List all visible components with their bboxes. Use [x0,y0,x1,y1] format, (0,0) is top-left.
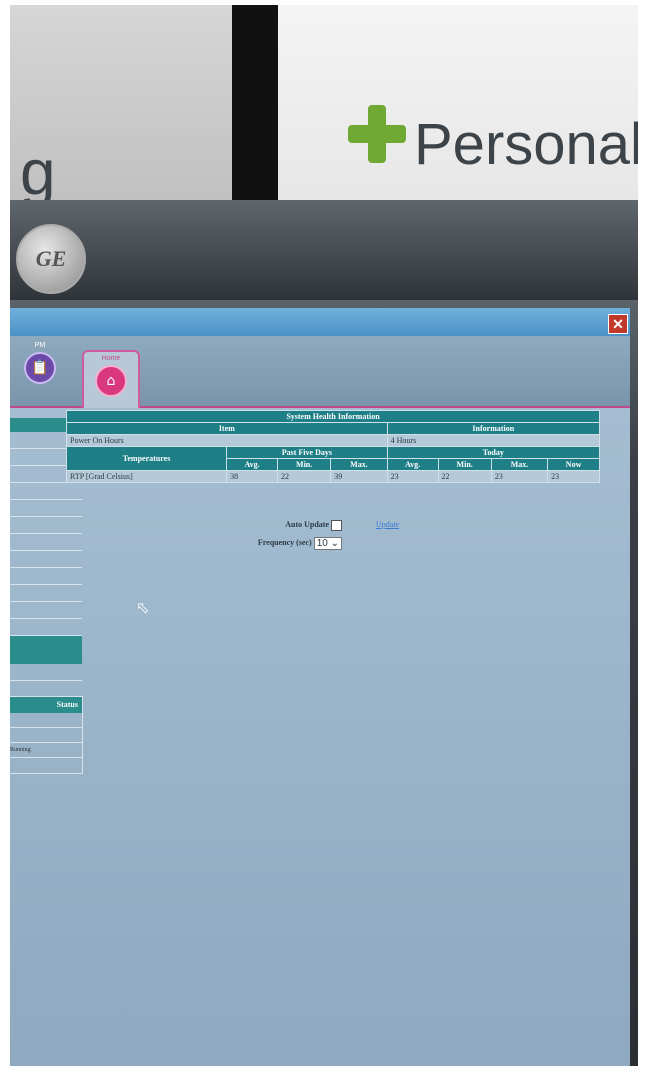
status-header: Status [10,697,82,713]
left-panel-row[interactable] [10,500,82,517]
temperatures-header: Temperatures [65,446,228,471]
today-max-value: 23 [490,470,549,483]
today-now-header: Now [547,458,600,471]
clipboard-icon: 📋 [24,352,56,384]
today-header: Today [386,446,601,459]
today-avg-header: Avg. [386,458,439,471]
auto-update-checkbox[interactable] [331,519,342,531]
left-panel-row[interactable] [10,483,82,500]
left-panel-row[interactable] [10,534,82,551]
tab-pm-label: PM [34,342,46,349]
sign-left: g [10,5,232,210]
tab-pm[interactable]: PM 📋 [10,342,70,402]
tab-home[interactable]: Home ⌂ [82,350,140,408]
auto-update-label: Auto Update [285,520,329,529]
rtp-label: RTP [Grad Celsius] [65,470,228,483]
sign-left-text: g [20,136,56,208]
left-panel-row[interactable] [10,619,82,636]
past-min-header: Min. [276,458,332,471]
frequency-label: Frequency (sec) [257,538,312,547]
left-panel-subheader [10,650,82,664]
sign-right-text: Personal [414,112,638,177]
home-icon: ⌂ [95,365,127,397]
ge-logo: GE [16,224,86,294]
left-panel-row[interactable] [10,664,82,681]
frequency-select[interactable]: 10 ⌄ [313,536,342,550]
past-max-value: 39 [330,470,388,483]
left-panel-row[interactable] [10,568,82,585]
monitor-bezel: GE [10,200,638,300]
sign-pole [232,5,278,210]
window-titlebar: ✕ [10,308,630,336]
past-avg-value: 38 [226,470,278,483]
chevron-down-icon: ⌄ [330,537,339,549]
past-avg-header: Avg. [226,458,278,471]
update-controls: Auto Update Frequency (sec) 10 ⌄ [222,518,342,554]
power-on-label: Power On Hours [66,434,388,447]
left-panel-row[interactable] [10,602,82,619]
information-header: Information [386,422,601,435]
status-panel: Status Running [10,696,83,774]
today-min-value: 22 [437,470,492,483]
update-link[interactable]: Update [376,520,399,529]
left-panel-row[interactable] [10,585,82,602]
left-panel-row[interactable] [10,551,82,568]
tab-bar: PM 📋 Home ⌂ [10,336,630,408]
frequency-value: 10 [316,537,328,549]
health-title: System Health Information [66,410,600,423]
past-min-value: 22 [276,470,332,483]
screen: ✕ PM 📋 Home ⌂ Status Running System Heal… [10,308,630,1066]
plus-icon [348,105,406,163]
today-min-header: Min. [437,458,492,471]
status-row [10,728,82,743]
status-row [10,713,82,728]
mouse-cursor-icon: ⬁ [136,598,150,617]
past-five-days-header: Past Five Days [226,446,388,459]
monitor: GE ✕ PM 📋 Home ⌂ Status Running System H… [10,200,638,1066]
status-row: Running [10,743,82,758]
tab-home-label: Home [101,355,121,362]
past-max-header: Max. [330,458,388,471]
close-button[interactable]: ✕ [608,314,628,334]
today-max-header: Max. [490,458,549,471]
background-photo: g Personal [10,5,638,210]
power-on-value: 4 Hours [386,434,601,447]
sign-right: Personal [278,5,638,210]
left-panel-subheader [10,636,82,650]
today-now-value: 23 [547,470,600,483]
item-header: Item [66,422,388,435]
left-panel-row[interactable] [10,517,82,534]
today-avg-value: 23 [386,470,439,483]
system-health-table: System Health Information Item Informati… [65,410,601,483]
